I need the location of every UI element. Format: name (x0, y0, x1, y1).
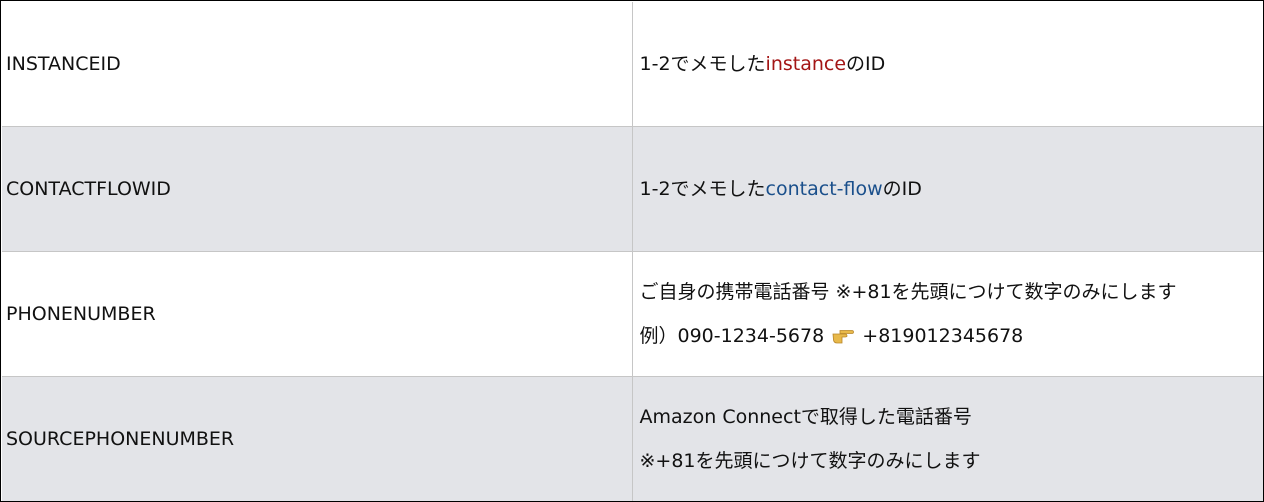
param-key-cell: CONTACTFLOWID (2, 126, 633, 252)
table-row-phonenumber: PHONENUMBER ご自身の携帯電話番号 ※+81を先頭につけて数字のみにし… (2, 251, 1264, 377)
parameter-table-frame: INSTANCEID 1-2でメモしたinstanceのID CONTACTFL… (0, 0, 1264, 502)
table-row-sourcephonenumber: SOURCEPHONENUMBER Amazon Connectで取得した電話番… (2, 375, 1263, 501)
param-key-cell: SOURCEPHONENUMBER (2, 375, 633, 501)
table-row-instanceid: INSTANCEID 1-2でメモしたinstanceのID (2, 2, 1264, 128)
param-value: 1-2でメモしたinstanceのID (640, 51, 1264, 77)
example-number: 例）090-1234-5678 (639, 324, 825, 347)
value-text: のID (882, 178, 922, 201)
param-value-line-2: 例）090-1234-5678 +819012345678 (640, 323, 1264, 349)
param-key: SOURCEPHONENUMBER (6, 427, 235, 450)
param-key-cell: PHONENUMBER (2, 251, 633, 377)
param-value-cell: 1-2でメモしたinstanceのID (631, 2, 1264, 128)
highlighted-term: instance (765, 53, 847, 76)
param-value-line-1: ご自身の携帯電話番号 ※+81を先頭につけて数字のみにします (639, 280, 1177, 303)
param-value-cell: ご自身の携帯電話番号 ※+81を先頭につけて数字のみにします 例）090-123… (631, 251, 1264, 377)
param-value-cell: Amazon Connectで取得した電話番号 ※+81を先頭につけて数字のみに… (631, 375, 1263, 501)
value-text: 1-2でメモした (639, 178, 766, 201)
formatted-number: +819012345678 (862, 324, 1024, 347)
value-text: のID (846, 53, 886, 76)
pointing-hand-icon (832, 325, 855, 344)
param-value-line-1: Amazon Connectで取得した電話番号 (639, 405, 972, 428)
param-key-cell: INSTANCEID (2, 2, 633, 128)
param-key: PHONENUMBER (6, 302, 156, 325)
param-key: CONTACTFLOWID (6, 178, 171, 201)
highlighted-term: contact-flow (765, 178, 883, 201)
param-value: 1-2でメモしたcontact-flowのID (640, 176, 1264, 202)
parameter-table: INSTANCEID 1-2でメモしたinstanceのID CONTACTFL… (2, 2, 1263, 501)
param-value-cell: 1-2でメモしたcontact-flowのID (631, 126, 1264, 252)
value-text: 1-2でメモした (639, 53, 766, 76)
table-row-contactflowid: CONTACTFLOWID 1-2でメモしたcontact-flowのID (2, 126, 1264, 252)
param-key: INSTANCEID (6, 53, 121, 76)
param-value-line-2: ※+81を先頭につけて数字のみにします (639, 449, 981, 472)
